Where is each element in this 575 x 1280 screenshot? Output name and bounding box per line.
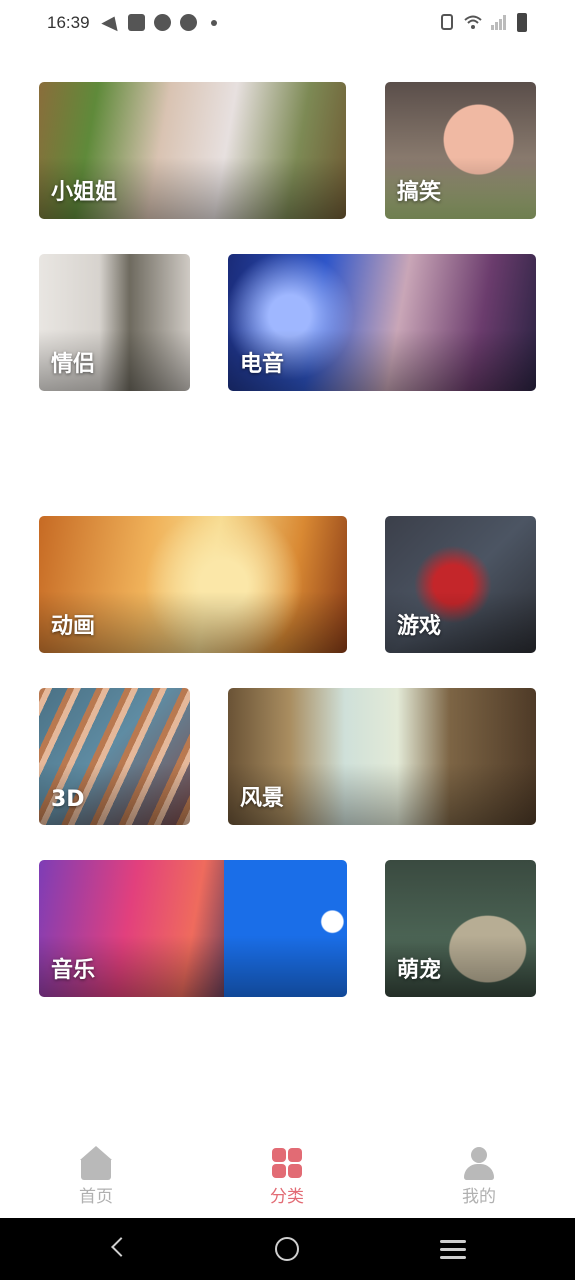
category-tile[interactable]: 小姐姐 — [39, 82, 346, 219]
category-tile[interactable]: 搞笑 — [385, 82, 536, 219]
nav-home-label: 首页 — [79, 1187, 113, 1207]
category-label: 3D — [51, 787, 85, 812]
nav-mine[interactable]: 我的 — [434, 1146, 524, 1207]
category-tile[interactable]: 游戏 — [385, 516, 536, 653]
category-tile[interactable]: 音乐 — [39, 860, 347, 997]
category-label: 小姐姐 — [51, 180, 118, 205]
back-icon[interactable] — [111, 1237, 131, 1257]
category-tile[interactable]: 动画 — [39, 516, 347, 653]
telegram-icon — [101, 12, 123, 32]
category-label: 情侣 — [51, 352, 96, 377]
category-tile[interactable]: 情侣 — [39, 254, 190, 391]
nav-mine-label: 我的 — [462, 1187, 496, 1207]
status-time: 16:39 — [47, 13, 90, 32]
system-nav-bar — [0, 1218, 575, 1280]
category-label: 音乐 — [51, 958, 96, 983]
user-icon — [463, 1146, 495, 1180]
battery-icon — [517, 13, 527, 32]
category-tile[interactable]: 萌宠 — [385, 860, 536, 997]
dial-icon — [180, 14, 197, 31]
category-label: 搞笑 — [397, 180, 442, 205]
bottom-nav: 首页 分类 我的 — [0, 1136, 575, 1218]
wifi-icon — [464, 15, 482, 29]
dot-icon — [211, 20, 217, 26]
dial-icon — [154, 14, 171, 31]
category-tile[interactable]: 风景 — [228, 688, 536, 825]
category-tile[interactable]: 电音 — [228, 254, 536, 391]
category-label: 动画 — [51, 614, 96, 639]
category-label: 游戏 — [397, 614, 442, 639]
nav-category-label: 分类 — [270, 1187, 304, 1207]
category-label: 萌宠 — [397, 958, 442, 983]
category-label: 风景 — [240, 786, 285, 811]
shopping-bag-icon — [128, 14, 145, 31]
grid-icon — [271, 1146, 303, 1180]
menu-icon[interactable] — [440, 1240, 466, 1259]
category-tile[interactable]: 3D — [39, 688, 190, 825]
nav-home[interactable]: 首页 — [51, 1146, 141, 1207]
home-circle-icon[interactable] — [275, 1237, 299, 1261]
home-icon — [80, 1146, 112, 1180]
nav-category[interactable]: 分类 — [242, 1146, 332, 1207]
vibrate-icon — [441, 14, 453, 30]
signal-icon — [491, 15, 506, 30]
category-label: 电音 — [240, 352, 285, 377]
status-bar: 16:39 — [0, 0, 575, 48]
